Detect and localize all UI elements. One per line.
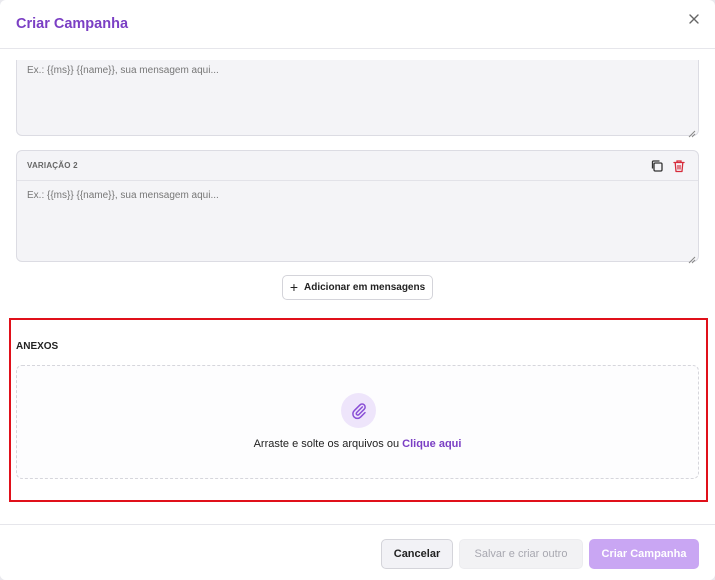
save-and-create-another-button[interactable]: Salvar e criar outro	[459, 539, 583, 569]
modal-header: Criar Campanha	[0, 0, 715, 49]
dropzone-text: Arraste e solte os arquivos ou Clique aq…	[17, 438, 698, 450]
cancel-button[interactable]: Cancelar	[381, 539, 453, 569]
variation-1-message-input[interactable]: Ex.: {{ms}} {{name}}, sua mensagem aqui.…	[16, 60, 699, 138]
add-message-label: Adicionar em mensagens	[304, 282, 426, 293]
modal-footer: Cancelar Salvar e criar outro Criar Camp…	[0, 524, 715, 580]
add-message-button[interactable]: + Adicionar em mensagens	[282, 275, 433, 300]
trash-icon[interactable]	[671, 158, 687, 174]
variation-2-label: VARIAÇÃO 2	[27, 161, 78, 170]
modal-body: Ex.: {{ms}} {{name}}, sua mensagem aqui.…	[0, 50, 715, 524]
attachments-dropzone[interactable]: Arraste e solte os arquivos ou Clique aq…	[16, 365, 699, 479]
variation-2-placeholder: Ex.: {{ms}} {{name}}, sua mensagem aqui.…	[27, 190, 219, 201]
variation-2-header: VARIAÇÃO 2	[17, 151, 698, 181]
click-here-link[interactable]: Clique aqui	[402, 438, 461, 450]
attachments-section-label: ANEXOS	[16, 341, 59, 352]
create-campaign-modal: Criar Campanha Ex.: {{ms}} {{name}}, sua…	[0, 0, 715, 580]
resize-handle-icon[interactable]	[688, 125, 696, 138]
create-campaign-button[interactable]: Criar Campanha	[589, 539, 699, 569]
copy-icon[interactable]	[649, 158, 665, 174]
variation-2-message-input[interactable]: Ex.: {{ms}} {{name}}, sua mensagem aqui.…	[17, 181, 698, 264]
dropzone-instruction: Arraste e solte os arquivos ou	[253, 438, 400, 450]
variation-2-card: VARIAÇÃO 2 Ex.: {{ms}} {{name}}, sua men…	[16, 150, 699, 264]
paperclip-icon	[341, 393, 376, 428]
close-icon[interactable]	[687, 12, 701, 26]
plus-icon: +	[289, 279, 299, 295]
resize-handle-icon[interactable]	[688, 251, 696, 264]
variation-1-placeholder: Ex.: {{ms}} {{name}}, sua mensagem aqui.…	[27, 65, 219, 76]
modal-title: Criar Campanha	[16, 16, 129, 32]
